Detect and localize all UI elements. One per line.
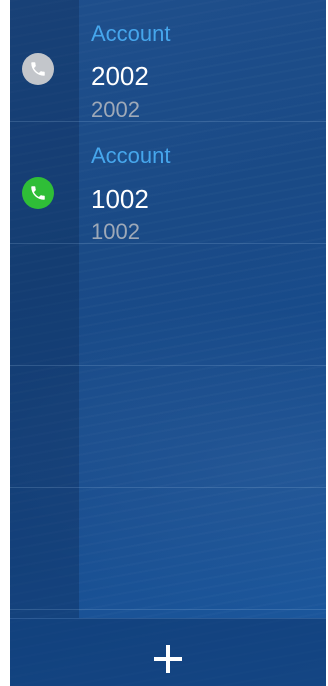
phone-icon bbox=[22, 177, 54, 209]
account-label: Account bbox=[91, 21, 171, 46]
account-label: Account bbox=[91, 143, 171, 168]
account-line-item[interactable]: Account 2002 2002 bbox=[10, 0, 326, 122]
line-panel: Account 2002 2002 Account 1002 1002 bbox=[10, 0, 326, 686]
add-account-button[interactable] bbox=[148, 639, 188, 679]
empty-line-slot[interactable] bbox=[10, 366, 326, 488]
line-sub-number: 2002 bbox=[91, 97, 140, 122]
phone-icon-glyph bbox=[31, 186, 45, 200]
plus-icon bbox=[154, 645, 182, 673]
empty-line-slot[interactable] bbox=[10, 244, 326, 366]
line-number: 1002 bbox=[91, 184, 149, 214]
account-line-list: Account 2002 2002 Account 1002 1002 bbox=[10, 0, 326, 618]
line-sub-number: 1002 bbox=[91, 219, 140, 244]
line-number: 2002 bbox=[91, 61, 149, 91]
phone-icon-glyph bbox=[31, 62, 45, 76]
account-line-item[interactable]: Account 1002 1002 bbox=[10, 122, 326, 244]
empty-line-slot[interactable] bbox=[10, 488, 326, 610]
bottom-toolbar bbox=[10, 618, 326, 686]
phone-icon bbox=[22, 53, 54, 85]
